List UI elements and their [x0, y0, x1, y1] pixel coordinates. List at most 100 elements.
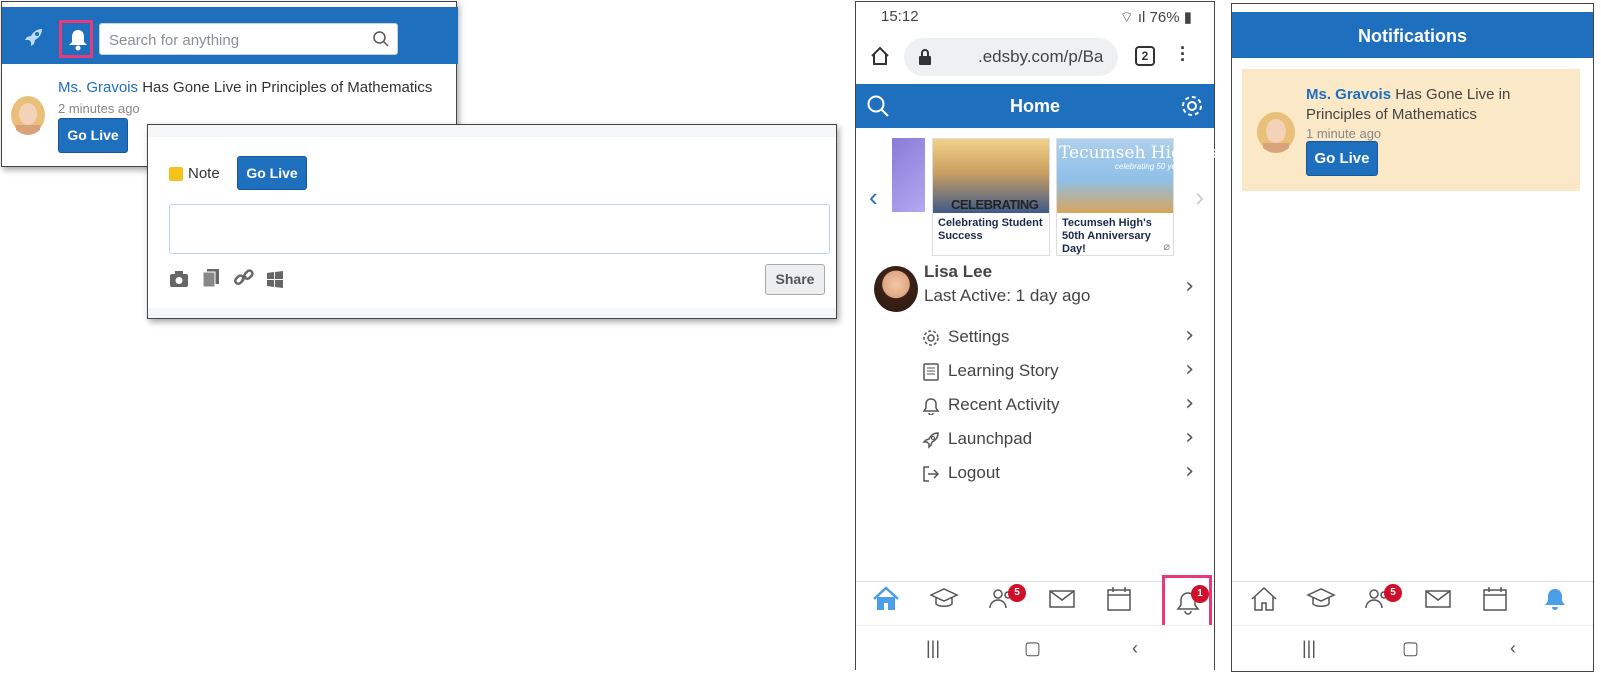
- chevron-right-icon: ›: [1185, 357, 1194, 382]
- avatar: [1257, 112, 1295, 153]
- mail-icon[interactable]: [1048, 586, 1076, 612]
- graduation-cap-icon[interactable]: [1306, 586, 1336, 612]
- notification-time: 1 minute ago: [1306, 126, 1382, 141]
- menu-item-label: Launchpad: [948, 429, 1033, 448]
- app-header: Home: [856, 84, 1214, 128]
- panel-bottom-strip: [148, 308, 836, 318]
- phone-notifications-screen: Notifications Ms. Gravois Has Gone Live …: [1231, 3, 1594, 672]
- home-circle-icon[interactable]: ▢: [1402, 638, 1419, 659]
- menu-item-label: Logout: [948, 463, 1000, 482]
- carousel-card[interactable]: CELEBRATING Celebrating Student Success: [932, 138, 1050, 256]
- recent-apps-icon[interactable]: |||: [1302, 638, 1316, 659]
- go-live-button[interactable]: Go Live: [1306, 141, 1378, 176]
- menu-item-recent-activity[interactable]: Recent Activity ›: [922, 390, 1194, 424]
- notifications-tab-highlight[interactable]: 1: [1162, 575, 1212, 629]
- search-input[interactable]: Search for anything: [99, 23, 398, 55]
- graduation-cap-icon[interactable]: [929, 586, 959, 612]
- home-icon[interactable]: [1250, 586, 1278, 612]
- notification-message: Has Gone Live in Principles of Mathemati…: [142, 79, 433, 96]
- notification-text: Ms. Gravois Has Gone Live in Principles …: [58, 79, 432, 96]
- card-caption: Celebrating Student Success: [938, 217, 1043, 242]
- carousel-card-partial[interactable]: [892, 138, 925, 212]
- menu-item-logout[interactable]: Logout ›: [922, 458, 1194, 492]
- lock-icon: [919, 49, 931, 65]
- browser-menu-icon[interactable]: · · ·: [1180, 39, 1186, 69]
- battery-icon: ▮: [1179, 9, 1192, 26]
- gear-icon[interactable]: [1180, 94, 1204, 118]
- url-text: .edsby.com/p/Ba: [978, 47, 1104, 66]
- browser-url-bar: .edsby.com/p/Ba 2 · · ·: [856, 30, 1214, 84]
- mail-icon[interactable]: [1424, 586, 1452, 612]
- desktop-top-bar: Search for anything: [2, 7, 458, 64]
- menu-item-label: Recent Activity: [948, 395, 1060, 414]
- back-icon[interactable]: ‹: [1132, 638, 1138, 659]
- profile-name: Lisa Lee: [924, 262, 993, 281]
- browser-tabs-button[interactable]: 2: [1135, 46, 1155, 66]
- note-icon: [169, 167, 183, 181]
- note-label: Note: [188, 165, 220, 182]
- share-button[interactable]: Share: [765, 264, 825, 295]
- search-icon[interactable]: [372, 30, 390, 48]
- go-live-button[interactable]: Go Live: [58, 118, 128, 153]
- note-composer-panel: Note Go Live Share: [147, 124, 837, 319]
- note-textarea[interactable]: [169, 204, 830, 254]
- gear-icon: [923, 330, 939, 346]
- menu-item-settings[interactable]: Settings ›: [922, 322, 1194, 356]
- notification-card[interactable]: Ms. Gravois Has Gone Live in Principles …: [1242, 69, 1580, 191]
- logout-icon: [923, 466, 940, 482]
- attachment-toolbar: [169, 268, 292, 293]
- camera-icon[interactable]: [169, 270, 189, 288]
- avatar: [874, 266, 918, 312]
- paperclip-icon: ⌀: [1163, 241, 1170, 253]
- sender-link[interactable]: Ms. Gravois: [1306, 86, 1391, 103]
- menu-item-label: Settings: [948, 327, 1010, 346]
- app-tab-bar: 5: [1232, 581, 1593, 621]
- status-bar: 15:12 ⌔ ıl 76% ▮: [856, 2, 1214, 30]
- rocket-icon: [922, 432, 939, 449]
- app-header: Notifications: [1232, 12, 1593, 58]
- android-nav-bar: ||| ▢ ‹: [1232, 625, 1593, 671]
- calendar-icon[interactable]: [1482, 586, 1508, 612]
- bell-icon: [922, 398, 940, 415]
- bell-icon[interactable]: [1542, 586, 1568, 612]
- carousel-prev-icon[interactable]: ‹: [869, 182, 878, 213]
- notification-time: 2 minutes ago: [58, 101, 140, 116]
- calendar-icon[interactable]: [1106, 586, 1132, 612]
- document-icon[interactable]: [201, 268, 221, 288]
- android-nav-bar: ||| ▢ ‹: [856, 625, 1214, 671]
- carousel-card[interactable]: Tecumseh High Da celebrating 50 ye Tecum…: [1056, 138, 1222, 256]
- groups-badge: 5: [1008, 584, 1026, 602]
- menu-item-learning-story[interactable]: Learning Story ›: [922, 356, 1194, 390]
- sender-link[interactable]: Ms. Gravois: [58, 79, 138, 96]
- address-field[interactable]: .edsby.com/p/Ba: [904, 38, 1118, 76]
- notifications-bell-highlight[interactable]: [59, 20, 93, 58]
- chevron-right-icon: ›: [1185, 323, 1194, 348]
- card-caption: Tecumseh High's 50th Anniversary Day!: [1062, 217, 1152, 255]
- menu-item-launchpad[interactable]: Launchpad ›: [922, 424, 1194, 458]
- search-placeholder: Search for anything: [109, 32, 240, 49]
- profile-row[interactable]: Lisa Lee Last Active: 1 day ago ›: [856, 262, 1214, 322]
- page-title: Home: [1009, 96, 1060, 116]
- windows-icon[interactable]: [266, 270, 284, 288]
- app-tab-bar: 5: [856, 581, 1214, 621]
- profile-last-active: Last Active: 1 day ago: [924, 286, 1091, 305]
- carousel-next-icon[interactable]: ›: [1195, 182, 1204, 213]
- link-icon[interactable]: [233, 268, 254, 288]
- avatar: [11, 96, 45, 135]
- back-icon[interactable]: ‹: [1510, 638, 1516, 659]
- rocket-launchpad-icon[interactable]: [22, 26, 46, 50]
- card-image-text: Tecumseh High Da: [1059, 143, 1223, 163]
- recent-apps-icon[interactable]: |||: [926, 638, 940, 659]
- status-time: 15:12: [881, 8, 919, 25]
- chevron-right-icon: ›: [1185, 459, 1194, 484]
- browser-home-icon[interactable]: [870, 46, 890, 66]
- card-image-subtext: celebrating 50 ye: [1115, 162, 1176, 171]
- panel-top-strip: [148, 125, 836, 137]
- home-icon[interactable]: [872, 586, 900, 612]
- phone-home-screen: 15:12 ⌔ ıl 76% ▮ .edsby.com/p/Ba 2 · · · H…: [855, 1, 1222, 671]
- notifications-badge: 1: [1191, 585, 1209, 603]
- notification-text: Ms. Gravois Has Gone Live in Principles …: [1306, 85, 1556, 125]
- page-title: Notifications: [1357, 26, 1467, 46]
- home-circle-icon[interactable]: ▢: [1024, 638, 1041, 659]
- go-live-button[interactable]: Go Live: [237, 156, 307, 190]
